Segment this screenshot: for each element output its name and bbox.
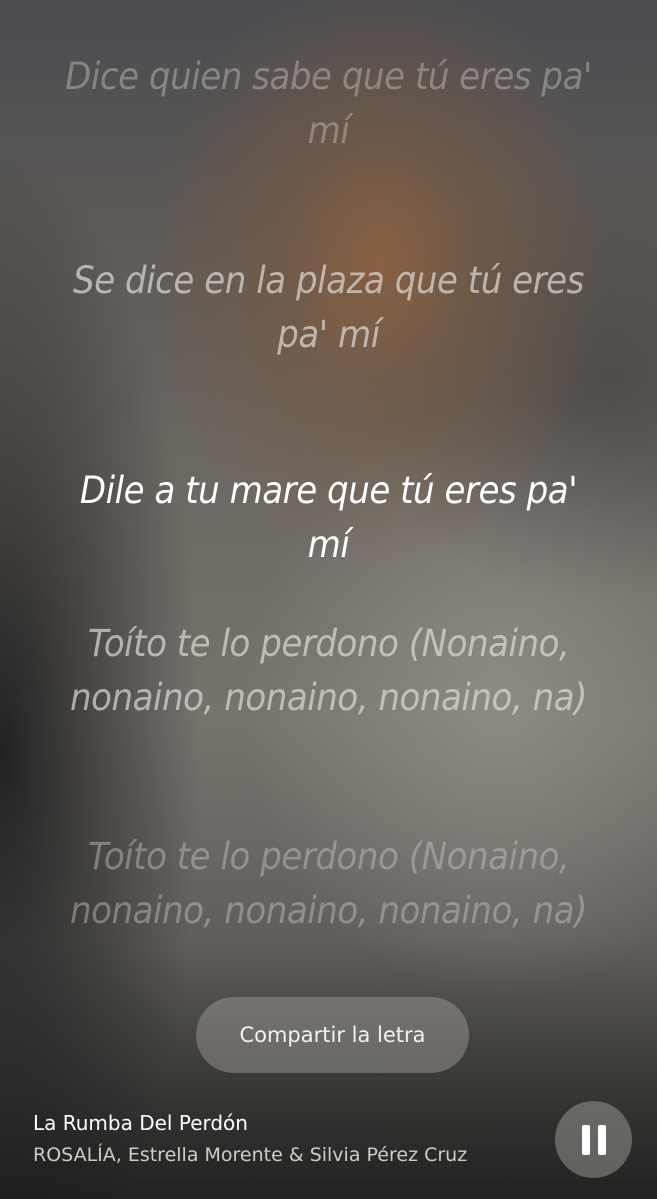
share-lyrics-label: Compartir la letra — [239, 1023, 426, 1047]
track-title: La Rumba Del Perdón — [33, 1111, 248, 1135]
pause-icon-bar-left — [581, 1124, 590, 1155]
lyric-line-previous-2: Dice quien sabe que tú eres pa' mí — [65, 55, 592, 152]
pause-button[interactable] — [555, 1101, 632, 1178]
lyric-line-current: Dile a tu mare que tú eres pa' mí — [79, 469, 578, 566]
pause-icon-bar-right — [597, 1124, 606, 1155]
lyric-line-previous-1: Se dice en la plaza que tú eres pa' mí — [73, 259, 584, 356]
track-artist: ROSALÍA, Estrella Morente & Silvia Pérez… — [33, 1144, 468, 1166]
pause-icon — [581, 1124, 606, 1155]
lyric-line-next-2: Toíto te lo perdono (Nonaino, nonaino, n… — [70, 835, 587, 932]
share-lyrics-button[interactable]: Compartir la letra — [196, 997, 469, 1073]
lyric-line-next-1: Toíto te lo perdono (Nonaino, nonaino, n… — [70, 622, 587, 719]
